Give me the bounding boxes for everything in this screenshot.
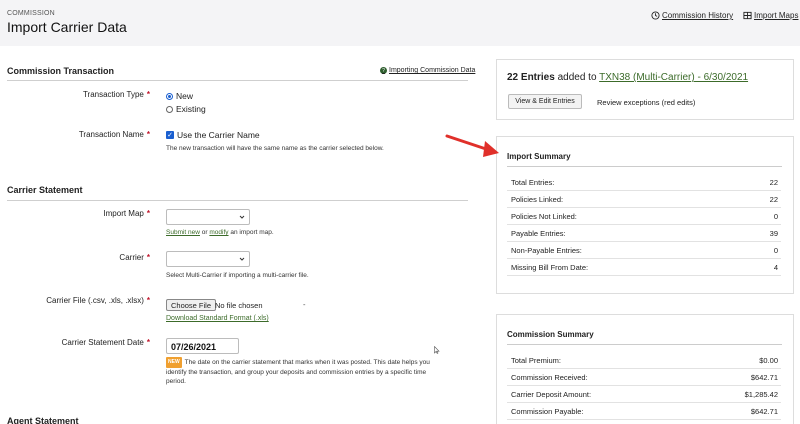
summary-row: Commission Received: $642.71 <box>507 369 781 386</box>
summary-row: Policies Not Linked: 0 <box>507 208 781 225</box>
statement-date-input[interactable]: 07/26/2021 <box>166 338 239 354</box>
radio-new-button[interactable] <box>166 92 173 100</box>
carrier-hint: Select Multi-Carrier if importing a mult… <box>166 272 309 279</box>
importing-help-link[interactable]: ? Importing Commission Data <box>380 67 475 74</box>
summary-row: Total Premium: $0.00 <box>507 352 781 369</box>
transaction-name-hint: The new transaction will have the same n… <box>166 145 384 152</box>
summary-row: Missing Bill From Date: 4 <box>507 259 781 276</box>
commission-summary-panel: Commission Summary Total Premium: $0.00 C… <box>496 314 794 424</box>
radio-existing-button[interactable] <box>166 105 173 113</box>
summary-row: Commission Payable: $642.71 <box>507 403 781 420</box>
summary-row: Total Entries: 22 <box>507 174 781 191</box>
import-map-hint: Submit new or modify an import map. <box>166 229 274 236</box>
statement-date-hint: NEW The date on the carrier statement tha… <box>166 357 430 385</box>
import-maps-label: Import Maps <box>754 11 799 20</box>
breadcrumb: COMMISSION <box>7 10 55 17</box>
panel-divider <box>507 344 782 345</box>
panel-divider <box>507 166 782 167</box>
radio-new[interactable]: New <box>166 91 193 101</box>
chevron-down-icon <box>239 215 245 219</box>
carrier-label: Carrier * <box>119 253 150 262</box>
import-map-label: Import Map * <box>103 209 150 218</box>
radio-new-label: New <box>176 91 194 101</box>
summary-row: Policies Linked: 22 <box>507 191 781 208</box>
transaction-name-label: Transaction Name * <box>78 130 150 139</box>
importing-help-label: Importing Commission Data <box>389 67 476 74</box>
agent-statement-title: Agent Statement <box>7 416 79 424</box>
mouse-cursor-icon <box>434 346 440 354</box>
file-status: No file chosen <box>215 301 263 310</box>
download-format-link[interactable]: Download Standard Format (.xls) <box>166 315 269 322</box>
clock-icon <box>651 11 660 20</box>
annotation-arrow-icon <box>445 134 499 157</box>
page-header: COMMISSION Import Carrier Data Commissio… <box>0 0 800 46</box>
entries-panel: 22 Entries added to TXN38 (Multi-Carrier… <box>496 59 794 120</box>
question-icon: ? <box>380 67 387 74</box>
commission-history-label: Commission History <box>662 11 734 20</box>
view-edit-entries-button[interactable]: View & Edit Entries <box>508 94 582 109</box>
transaction-type-label: Transaction Type * <box>82 90 150 99</box>
chevron-down-icon <box>239 257 245 261</box>
transaction-link[interactable]: TXN38 (Multi-Carrier) - 6/30/2021 <box>599 72 748 83</box>
page-title: Import Carrier Data <box>7 19 127 35</box>
carrier-statement-title: Carrier Statement <box>7 185 83 195</box>
import-summary-title: Import Summary <box>507 152 571 161</box>
modify-link[interactable]: modify <box>209 229 228 236</box>
statement-date-label: Carrier Statement Date * <box>61 338 150 347</box>
radio-existing-label: Existing <box>176 104 206 114</box>
use-carrier-name-checkbox[interactable]: ✓ Use the Carrier Name <box>166 130 260 140</box>
checkmark-icon[interactable]: ✓ <box>166 131 174 139</box>
new-badge: NEW <box>166 357 182 368</box>
commission-transaction-title: Commission Transaction <box>7 66 115 76</box>
summary-row: Payable Entries: 39 <box>507 225 781 242</box>
entries-title: 22 Entries added to TXN38 (Multi-Carrier… <box>507 72 749 83</box>
carrier-file-label: Carrier File (.csv, .xls, .xlsx) * <box>46 296 150 305</box>
import-summary-panel: Import Summary Total Entries: 22 Policies… <box>496 136 794 294</box>
summary-row: Non-Payable Entries: 0 <box>507 242 781 259</box>
commission-history-link[interactable]: Commission History <box>651 11 733 20</box>
choose-file-button[interactable]: Choose File <box>166 299 217 311</box>
review-exceptions-text: Review exceptions (red edits) <box>597 98 696 107</box>
submit-new-link[interactable]: Submit new <box>166 229 200 236</box>
file-dash: - <box>303 300 306 309</box>
carrier-select[interactable] <box>166 251 250 267</box>
grid-icon <box>743 11 752 20</box>
summary-row: Carrier Deposit Amount: $1,285.42 <box>507 386 781 403</box>
radio-existing[interactable]: Existing <box>166 104 206 114</box>
section-divider <box>7 200 468 201</box>
commission-summary-title: Commission Summary <box>507 330 594 339</box>
use-carrier-name-label: Use the Carrier Name <box>177 130 260 140</box>
import-map-select[interactable] <box>166 209 250 225</box>
section-divider <box>7 80 468 81</box>
import-maps-link[interactable]: Import Maps <box>743 11 798 20</box>
